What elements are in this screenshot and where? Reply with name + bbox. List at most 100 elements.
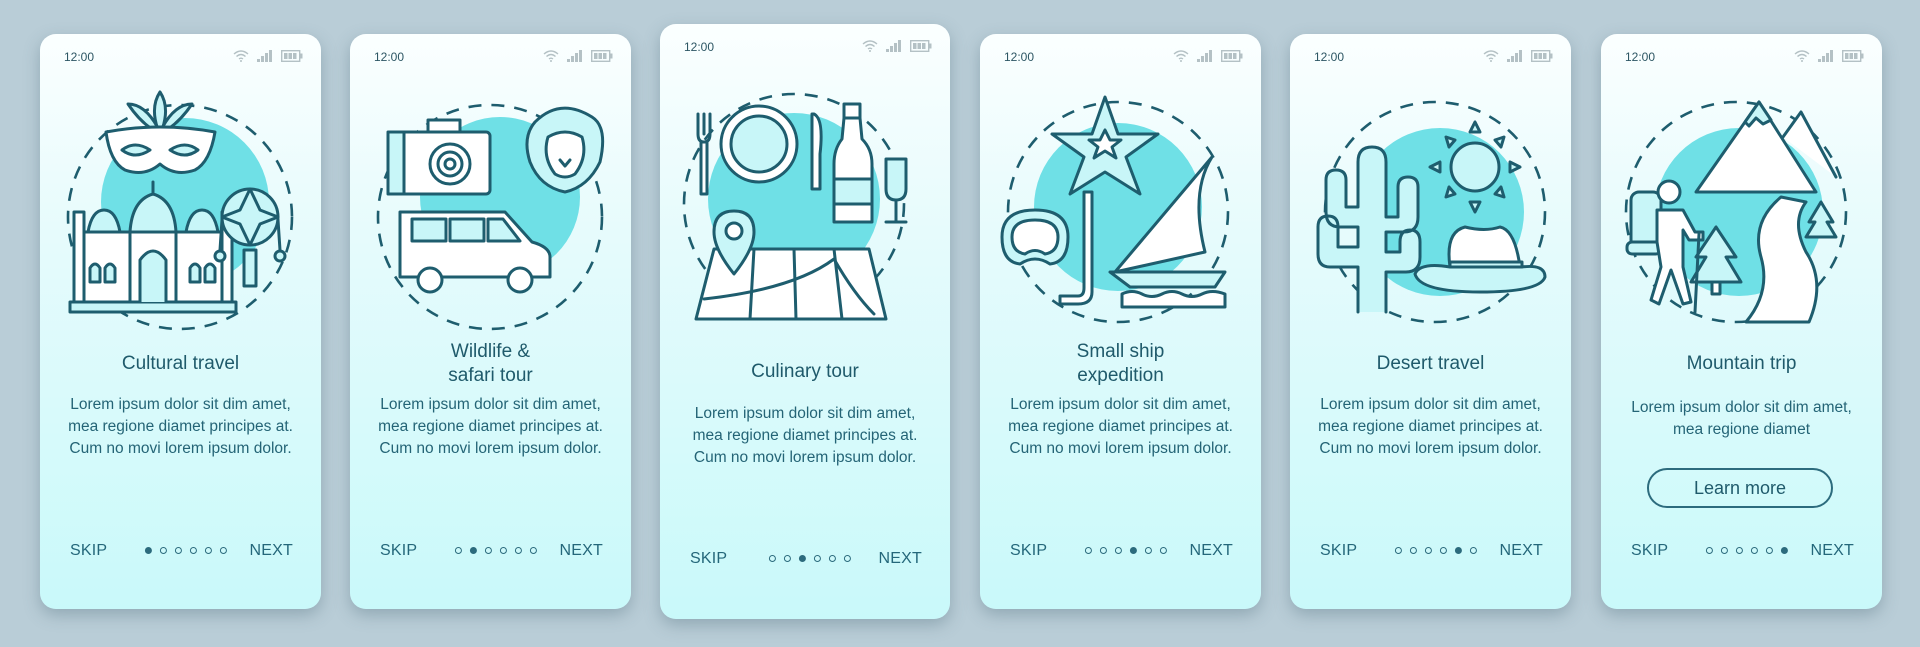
screen-title-line-2: safari tour bbox=[448, 365, 533, 386]
page-dot[interactable] bbox=[1765, 547, 1773, 554]
signal-icon bbox=[1197, 50, 1212, 62]
camera-icon bbox=[386, 118, 492, 196]
page-dot-active[interactable] bbox=[798, 555, 806, 562]
page-dot[interactable] bbox=[1750, 547, 1758, 554]
onboarding-nav: SKIP NEXT bbox=[350, 542, 631, 562]
page-dot-active[interactable] bbox=[469, 547, 477, 554]
page-dot[interactable] bbox=[828, 555, 836, 562]
battery-icon bbox=[1531, 50, 1553, 62]
skip-button[interactable]: SKIP bbox=[690, 550, 727, 568]
page-dot[interactable] bbox=[454, 547, 462, 554]
onboarding-nav: SKIP NEXT bbox=[1290, 542, 1571, 562]
status-bar: 12:00 bbox=[374, 50, 613, 66]
page-dot[interactable] bbox=[1705, 547, 1713, 554]
next-button[interactable]: NEXT bbox=[1811, 542, 1854, 560]
page-dot[interactable] bbox=[484, 547, 492, 554]
next-button[interactable]: NEXT bbox=[1500, 542, 1543, 560]
page-dot-active[interactable] bbox=[1129, 547, 1137, 554]
status-time: 12:00 bbox=[64, 50, 95, 64]
wifi-icon bbox=[1483, 50, 1499, 62]
page-dot[interactable] bbox=[1159, 547, 1167, 554]
page-dot[interactable] bbox=[783, 555, 791, 562]
screen-title: Small ship expedition bbox=[990, 340, 1251, 388]
page-dot[interactable] bbox=[1720, 547, 1728, 554]
page-dot[interactable] bbox=[1144, 547, 1152, 554]
status-icons bbox=[1483, 50, 1553, 62]
onboarding-screen-ship: 12:00 Small ship expedition Lorem ipsum … bbox=[980, 34, 1261, 609]
onboarding-screen-wildlife: 12:00 Wildlife & safari tour Lorem ipsum… bbox=[350, 34, 631, 609]
status-bar: 12:00 bbox=[684, 40, 932, 56]
page-dot[interactable] bbox=[219, 547, 227, 554]
status-bar: 12:00 bbox=[64, 50, 303, 66]
skip-button[interactable]: SKIP bbox=[1631, 542, 1668, 560]
screen-description: Lorem ipsum dolor sit dim amet, mea regi… bbox=[1631, 399, 1852, 438]
page-dot-active[interactable] bbox=[1454, 547, 1462, 554]
page-dot[interactable] bbox=[768, 555, 776, 562]
screen-title: Mountain trip bbox=[1686, 353, 1797, 374]
next-button[interactable]: NEXT bbox=[879, 550, 922, 568]
page-dot[interactable] bbox=[189, 547, 197, 554]
page-dot[interactable] bbox=[1469, 547, 1477, 554]
battery-icon bbox=[1842, 50, 1864, 62]
page-indicator bbox=[768, 555, 851, 562]
status-bar: 12:00 bbox=[1625, 50, 1864, 66]
page-dot[interactable] bbox=[159, 547, 167, 554]
wifi-icon bbox=[1173, 50, 1189, 62]
screen-title-line-1: Small ship bbox=[1076, 341, 1165, 362]
page-dot[interactable] bbox=[1394, 547, 1402, 554]
page-dot[interactable] bbox=[813, 555, 821, 562]
page-dot[interactable] bbox=[529, 547, 537, 554]
page-dot[interactable] bbox=[1409, 547, 1417, 554]
page-indicator bbox=[1084, 547, 1167, 554]
page-dot-active[interactable] bbox=[1780, 547, 1788, 554]
page-dot[interactable] bbox=[1735, 547, 1743, 554]
skip-button[interactable]: SKIP bbox=[1010, 542, 1047, 560]
signal-icon bbox=[1507, 50, 1522, 62]
wifi-icon bbox=[233, 50, 249, 62]
page-dot[interactable] bbox=[514, 547, 522, 554]
page-dot[interactable] bbox=[174, 547, 182, 554]
skip-button[interactable]: SKIP bbox=[70, 542, 107, 560]
desert-travel-illustration bbox=[1316, 100, 1547, 324]
page-dot[interactable] bbox=[1084, 547, 1092, 554]
page-dot[interactable] bbox=[1114, 547, 1122, 554]
diving-mask-icon bbox=[1000, 208, 1070, 266]
battery-icon bbox=[1221, 50, 1243, 62]
fork-icon bbox=[696, 112, 712, 196]
status-icons bbox=[543, 50, 613, 62]
page-dot-active[interactable] bbox=[144, 547, 152, 554]
skip-button[interactable]: SKIP bbox=[1320, 542, 1357, 560]
knife-icon bbox=[810, 112, 823, 191]
page-dot[interactable] bbox=[499, 547, 507, 554]
screen-description: Lorem ipsum dolor sit dim amet, mea regi… bbox=[1008, 396, 1233, 457]
culinary-tour-illustration bbox=[682, 92, 908, 321]
battery-icon bbox=[281, 50, 303, 62]
mountain-trip-illustration bbox=[1624, 100, 1848, 324]
page-dot[interactable] bbox=[1099, 547, 1107, 554]
wifi-icon bbox=[543, 50, 559, 62]
status-bar: 12:00 bbox=[1004, 50, 1243, 66]
skip-button[interactable]: SKIP bbox=[380, 542, 417, 560]
page-indicator bbox=[144, 547, 227, 554]
wifi-icon bbox=[1794, 50, 1810, 62]
page-dot[interactable] bbox=[1439, 547, 1447, 554]
page-dot[interactable] bbox=[204, 547, 212, 554]
next-button[interactable]: NEXT bbox=[560, 542, 603, 560]
page-dot[interactable] bbox=[1424, 547, 1432, 554]
status-bar: 12:00 bbox=[1314, 50, 1553, 66]
cultural-travel-illustration bbox=[66, 90, 294, 331]
screen-description: Lorem ipsum dolor sit dim amet, mea regi… bbox=[378, 396, 603, 457]
status-time: 12:00 bbox=[684, 40, 715, 54]
next-button[interactable]: NEXT bbox=[1190, 542, 1233, 560]
status-time: 12:00 bbox=[1625, 50, 1656, 64]
battery-icon bbox=[591, 50, 613, 62]
page-dot[interactable] bbox=[843, 555, 851, 562]
status-icons bbox=[1173, 50, 1243, 62]
onboarding-nav: SKIP NEXT bbox=[660, 550, 950, 570]
screen-title-line-1: Wildlife & bbox=[450, 341, 531, 362]
status-icons bbox=[1794, 50, 1864, 62]
learn-more-button[interactable]: Learn more bbox=[1647, 468, 1833, 508]
bottle-icon bbox=[832, 102, 874, 224]
onboarding-screen-desert: 12:00 Desert travel Lorem ipsum dolor si… bbox=[1290, 34, 1571, 609]
next-button[interactable]: NEXT bbox=[250, 542, 293, 560]
